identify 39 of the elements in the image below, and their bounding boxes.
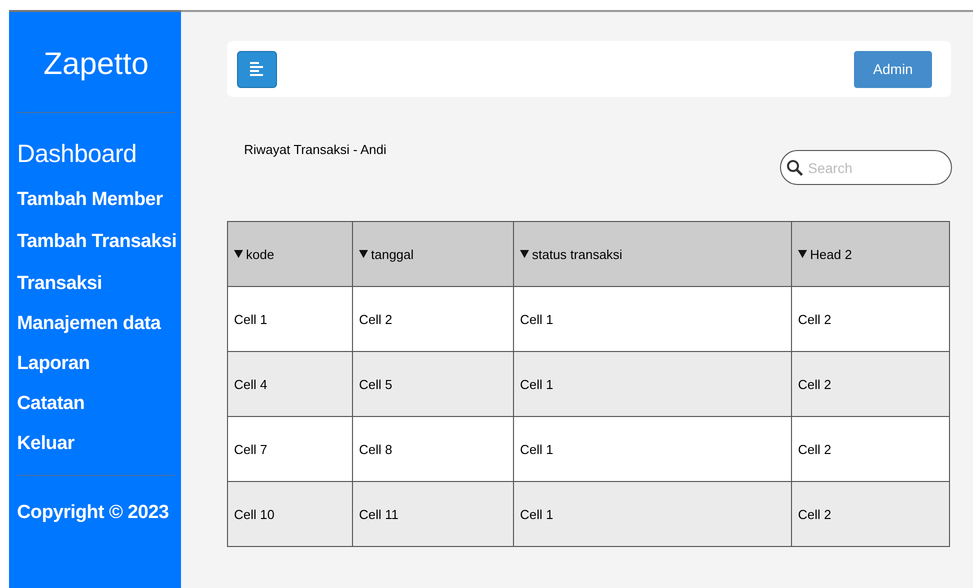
table-cell: Cell 10 xyxy=(228,482,352,546)
table-cell: Cell 8 xyxy=(352,416,514,482)
copyright-text: Copyright © 2023 xyxy=(17,502,170,524)
table-cell: Cell 2 xyxy=(792,416,950,482)
menu-button[interactable] xyxy=(237,50,277,88)
table-cell: Cell 11 xyxy=(352,482,514,546)
nav-item[interactable]: Laporan xyxy=(17,353,175,393)
page-title: Riwayat Transaksi - Andi xyxy=(244,142,386,159)
table-cell: Cell 1 xyxy=(514,482,792,546)
sort-icon xyxy=(359,250,368,258)
nav-item[interactable]: Tambah Transaksi xyxy=(17,231,175,273)
table-cell: Cell 2 xyxy=(792,286,950,352)
nav-item[interactable]: Catatan xyxy=(17,393,175,433)
menu-icon xyxy=(248,60,266,78)
sort-icon xyxy=(520,250,529,258)
table-cell: Cell 4 xyxy=(228,352,352,416)
table-cell: Cell 2 xyxy=(792,352,950,416)
search-field[interactable]: Search xyxy=(780,150,952,185)
column-header[interactable]: tanggal xyxy=(352,222,514,286)
nav-item[interactable]: Dashboard xyxy=(17,141,175,189)
nav-item[interactable]: Keluar xyxy=(17,433,175,473)
column-header[interactable]: status transaksi xyxy=(514,222,792,286)
nav-item[interactable]: Transaksi xyxy=(17,273,175,313)
table-cell: Cell 7 xyxy=(228,416,352,482)
nav-item[interactable]: Manajemen data xyxy=(17,313,175,353)
sort-icon xyxy=(798,250,807,258)
column-header[interactable]: kode xyxy=(228,222,352,286)
sort-icon xyxy=(234,250,243,258)
column-header[interactable]: Head 2 xyxy=(792,222,950,286)
brand-title: Zapetto xyxy=(42,46,150,82)
table-cell: Cell 1 xyxy=(514,352,792,416)
table-cell: Cell 1 xyxy=(514,286,792,352)
table-cell: Cell 2 xyxy=(792,482,950,546)
table-cell: Cell 5 xyxy=(352,352,514,416)
admin-button[interactable]: Admin xyxy=(854,50,932,88)
table-cell: Cell 1 xyxy=(228,286,352,352)
table-cell: Cell 2 xyxy=(352,286,514,352)
nav-item[interactable]: Tambah Member xyxy=(17,189,175,231)
table-cell: Cell 1 xyxy=(514,416,792,482)
